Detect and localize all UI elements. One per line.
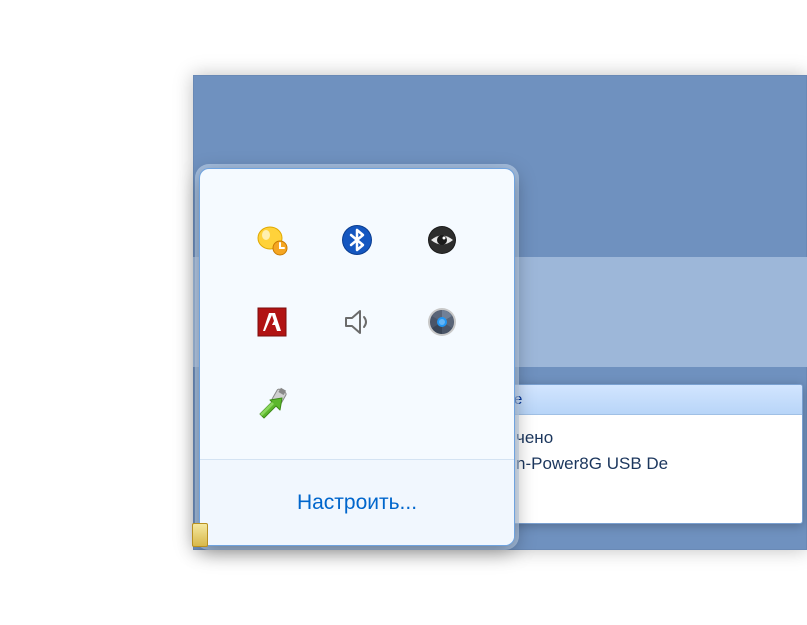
messenger-away-icon[interactable] [254,222,290,258]
tray-overflow-popup: Настроить... [199,168,515,546]
toast-line-1: чено [516,425,790,451]
camera-lens-icon[interactable] [424,304,460,340]
toast-title: е [504,385,802,415]
volume-icon[interactable] [339,304,375,340]
eye-icon[interactable] [424,222,460,258]
usb-notification-toast[interactable]: е чено n-Power8G USB De [503,384,803,524]
toast-line-2: n-Power8G USB De [516,451,790,477]
customize-link[interactable]: Настроить... [297,491,417,515]
toast-body: чено n-Power8G USB De [504,415,802,486]
bluetooth-icon[interactable] [339,222,375,258]
safely-remove-icon[interactable] [254,386,290,422]
tray-icon-grid [200,169,514,459]
tray-footer: Настроить... [200,459,514,545]
adobe-icon[interactable] [254,304,290,340]
explorer-taskbar-icon[interactable] [192,523,208,547]
